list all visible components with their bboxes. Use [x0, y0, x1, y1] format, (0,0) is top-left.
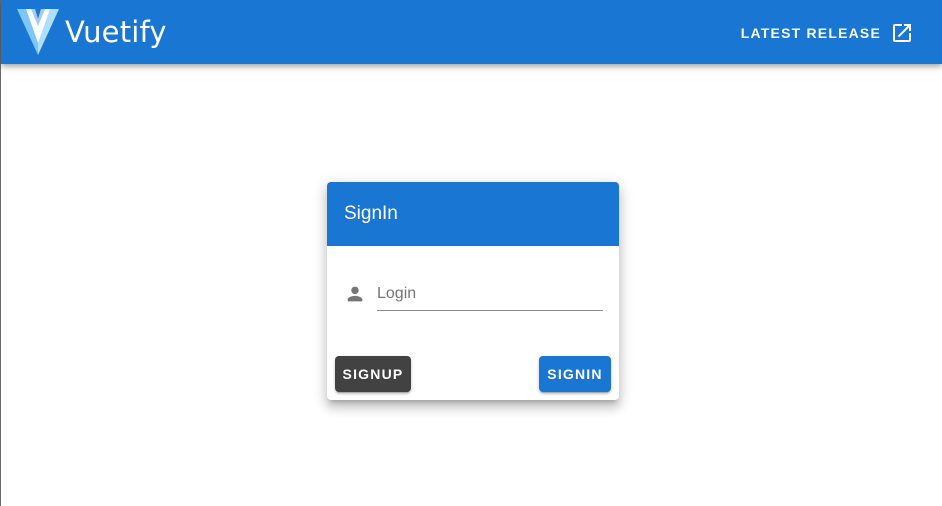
login-field[interactable]: [377, 280, 603, 311]
app-bar: Vuetify LATEST RELEASE: [1, 0, 942, 64]
card-title: SignIn: [344, 203, 398, 224]
signin-button-label: SIGNIN: [547, 366, 603, 382]
signup-button-label: SIGNUP: [342, 366, 404, 382]
latest-release-label: LATEST RELEASE: [740, 25, 881, 41]
person-icon: [347, 286, 363, 302]
signup-button[interactable]: SIGNUP: [335, 356, 411, 392]
app-window: Vuetify LATEST RELEASE SignIn SIGNUP SIG…: [0, 0, 942, 506]
signin-button[interactable]: SIGNIN: [539, 356, 611, 392]
signin-card: SignIn SIGNUP SIGNIN: [327, 182, 619, 400]
card-header: SignIn: [327, 182, 619, 246]
app-title: Vuetify: [65, 15, 167, 49]
open-in-new-icon: [893, 24, 911, 42]
vuetify-logo-icon: [17, 9, 59, 55]
login-input[interactable]: [377, 280, 603, 308]
latest-release-button[interactable]: LATEST RELEASE: [741, 20, 914, 46]
